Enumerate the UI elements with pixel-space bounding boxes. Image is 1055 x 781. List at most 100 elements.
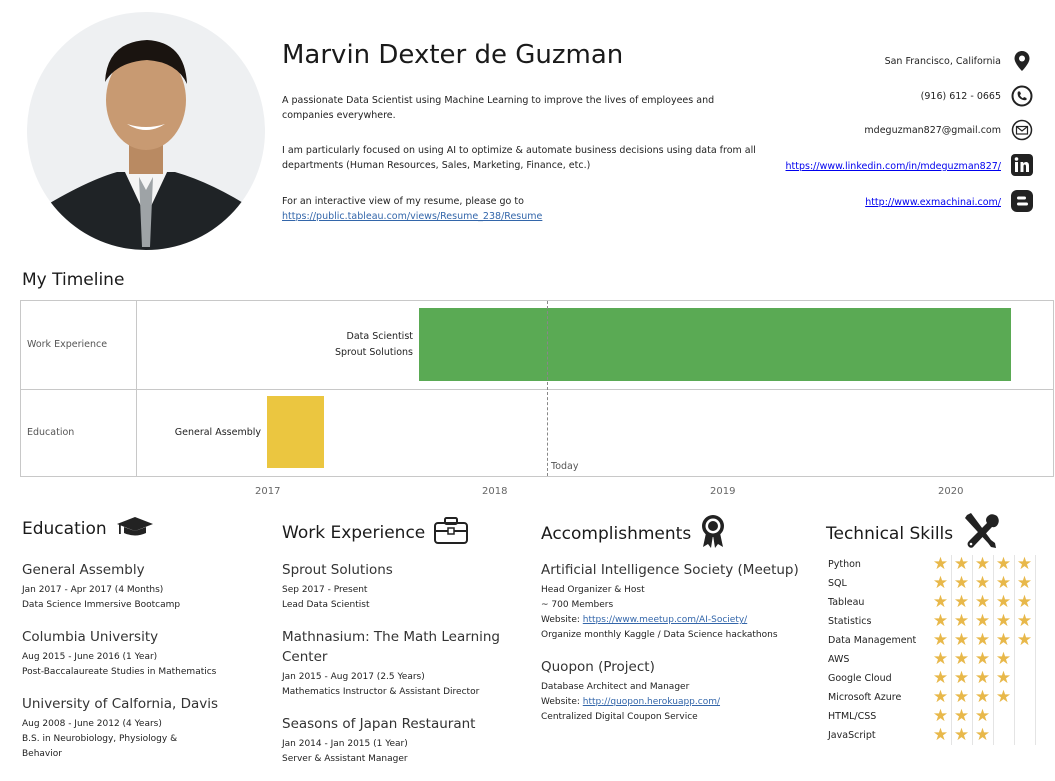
star-icon: ★: [993, 707, 1014, 726]
bar-education-general-assembly: [267, 396, 324, 468]
bar-work-data-scientist: [419, 308, 1011, 381]
star-icon: ★: [932, 554, 949, 574]
skills-header: Technical Skills: [826, 512, 1001, 555]
education-entry-dates: Aug 2015 - June 2016 (1 Year): [22, 652, 158, 662]
candidate-name: Marvin Dexter de Guzman: [282, 40, 624, 70]
education-entry: University of Calfornia, Davis Aug 2008 …: [22, 694, 272, 762]
education-entry-title: Columbia University: [22, 629, 159, 645]
tools-icon: [961, 512, 1001, 555]
star-icon: ★: [974, 592, 991, 612]
skill-name: Tableau: [828, 597, 865, 608]
skill-name: Google Cloud: [828, 673, 892, 684]
work-list: Sprout Solutions Sep 2017 - Present Lead…: [282, 560, 527, 781]
education-entry-program: Data Science Immersive Bootcamp: [22, 600, 181, 610]
star-icon: ★: [953, 592, 970, 612]
accomplishment-entry-title: Artificial Intelligence Society (Meetup): [541, 562, 799, 578]
skills-rating-grid: ★ ★ ★ ★ ★ ★ ★ ★ ★ ★ ★ ★ ★ ★ ★ ★ ★ ★ ★ ★ ★ ★ ★ ★ ★ ★ ★ ★ ★ ★ ★ ★ ★ ★ ★ ★ ★ ★ ★ ★…: [930, 555, 1035, 745]
star-icon: ★: [1014, 688, 1035, 707]
work-entry: Mathnasium: The Math Learning Center Jan…: [282, 627, 527, 700]
timeline-chart: Work Experience Education Data Scientist…: [20, 300, 1054, 477]
work-entry-title: Mathnasium: The Math Learning Center: [282, 629, 500, 665]
skill-name: SQL: [828, 578, 847, 589]
star-icon: ★: [1016, 554, 1033, 574]
star-icon: ★: [953, 630, 970, 650]
work-entry-dates: Jan 2014 - Jan 2015 (1 Year): [282, 739, 408, 749]
accomplishment-entry-website: Website: https://www.meetup.com/AI-Socie…: [541, 613, 806, 628]
star-icon: ★: [995, 611, 1012, 631]
contact-phone: (916) 612 - 0665: [920, 91, 1001, 102]
star-icon: ★: [974, 687, 991, 707]
axis-tick-2017: 2017: [255, 486, 281, 497]
star-icon: ★: [974, 725, 991, 745]
tableau-resume-link[interactable]: https://public.tableau.com/views/Resume_…: [282, 211, 542, 222]
education-list: General Assembly Jan 2017 - Apr 2017 (4 …: [22, 560, 272, 776]
star-icon: ★: [932, 630, 949, 650]
skill-rating-row: ★★★★★: [930, 555, 1035, 574]
star-icon: ★: [995, 554, 1012, 574]
accomplishment-entry-title: Quopon (Project): [541, 659, 655, 675]
skill-name: Statistics: [828, 616, 872, 627]
star-icon: ★: [932, 592, 949, 612]
phone-icon: [1011, 85, 1033, 107]
education-title: Education: [22, 518, 107, 539]
star-icon: ★: [1016, 592, 1033, 612]
skill-rating-row: ★★★★★: [930, 650, 1035, 669]
timeline-row-work: Work Experience: [27, 339, 108, 350]
skills-title: Technical Skills: [826, 523, 954, 544]
star-icon: ★: [953, 725, 970, 745]
award-medal-icon: [699, 513, 727, 554]
accomplishment-entry-description: Centralized Digital Coupon Service: [541, 712, 698, 722]
email-icon: [1011, 119, 1033, 141]
accomplishment-entry-description: Organize monthly Kaggle / Data Science h…: [541, 630, 778, 640]
star-icon: ★: [974, 573, 991, 593]
star-icon: ★: [974, 668, 991, 688]
blog-link[interactable]: http://www.exmachinai.com/: [865, 197, 1001, 208]
education-entry-dates: Aug 2008 - June 2012 (4 Years): [22, 719, 162, 729]
star-icon: ★: [932, 611, 949, 631]
skill-rating-row: ★★★★★: [930, 631, 1035, 650]
education-entry-program-cont: Behavior: [22, 749, 62, 759]
star-icon: ★: [932, 706, 949, 726]
education-entry: Columbia University Aug 2015 - June 2016…: [22, 627, 272, 680]
timeline-row-education: Education: [27, 427, 75, 438]
timeline-work-label: Data Scientist Sprout Solutions: [281, 329, 413, 361]
star-icon: ★: [932, 573, 949, 593]
timeline-column-divider: [136, 301, 137, 476]
quopon-website-link[interactable]: http://quopon.herokuapp.com/: [583, 697, 720, 707]
graduation-cap-icon: [115, 515, 155, 542]
accomplishment-entry: Artificial Intelligence Society (Meetup)…: [541, 560, 806, 643]
star-icon: ★: [953, 687, 970, 707]
star-icon: ★: [974, 554, 991, 574]
education-header: Education: [22, 515, 155, 542]
star-icon: ★: [974, 649, 991, 669]
work-entry: Sprout Solutions Sep 2017 - Present Lead…: [282, 560, 527, 613]
blogger-icon[interactable]: [1011, 190, 1033, 212]
axis-tick-2018: 2018: [482, 486, 508, 497]
star-icon: ★: [932, 649, 949, 669]
star-icon: ★: [995, 630, 1012, 650]
rating-grid-line: [1035, 555, 1036, 745]
linkedin-link[interactable]: https://www.linkedin.com/in/mdeguzman827…: [786, 161, 1001, 172]
star-icon: ★: [1016, 630, 1033, 650]
skill-name: Python: [828, 559, 861, 570]
skill-rating-row: ★★★★★: [930, 688, 1035, 707]
skill-rating-row: ★★★★★: [930, 593, 1035, 612]
bio-focus: I am particularly focused on using AI to…: [282, 145, 756, 171]
work-entry-role: Server & Assistant Manager: [282, 754, 408, 764]
work-title: Work Experience: [282, 522, 426, 543]
work-entry-dates: Jan 2015 - Aug 2017 (2.5 Years): [282, 672, 425, 682]
today-label: Today: [551, 461, 579, 472]
rating-grid-line: [972, 555, 973, 745]
linkedin-icon[interactable]: [1011, 154, 1033, 176]
meetup-website-link[interactable]: https://www.meetup.com/AI-Society/: [583, 615, 747, 625]
star-icon: ★: [1016, 573, 1033, 593]
star-icon: ★: [993, 726, 1014, 745]
skill-rating-row: ★★★★★: [930, 669, 1035, 688]
skills-list: Python SQL Tableau Statistics Data Managemen…: [828, 555, 916, 745]
star-icon: ★: [974, 706, 991, 726]
star-icon: ★: [932, 668, 949, 688]
website-label: Website:: [541, 697, 583, 707]
work-entry: Seasons of Japan Restaurant Jan 2014 - J…: [282, 714, 527, 767]
briefcase-icon: [433, 515, 469, 550]
website-label: Website:: [541, 615, 583, 625]
